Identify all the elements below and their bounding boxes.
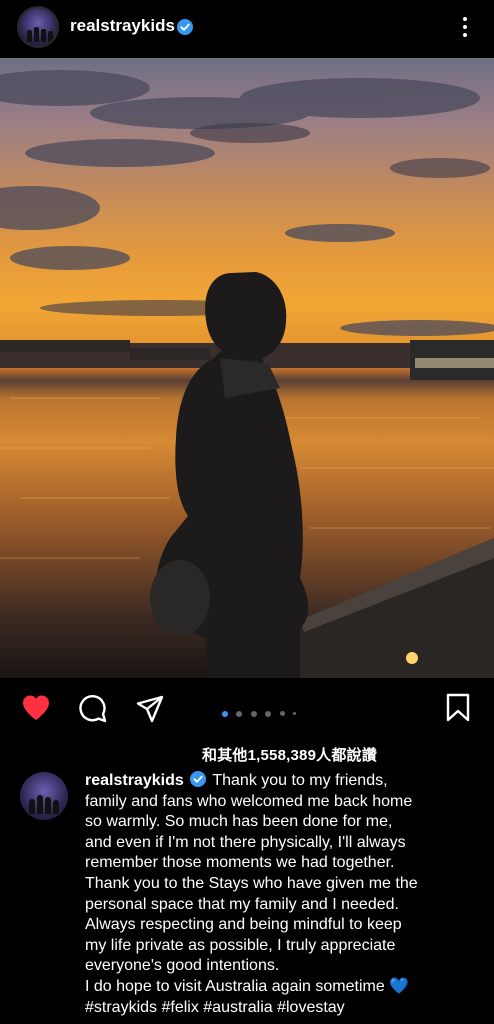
verified-badge-icon: [190, 771, 207, 787]
caption-first-line: realstraykids Thank you to my friends,: [85, 771, 480, 792]
heart-icon[interactable]: [21, 694, 51, 727]
share-icon[interactable]: [135, 694, 165, 729]
caption-avatar[interactable]: [20, 772, 68, 820]
likes-count[interactable]: 和其他1,558,389人都說讚: [202, 744, 377, 765]
caption-text: Thank you to my friends,: [212, 772, 388, 789]
carousel-dot: [236, 710, 243, 717]
caption-text: family and fans who welcomed me back hom…: [85, 792, 413, 810]
caption-text: personal space that my family and I need…: [85, 895, 399, 913]
caption-line: I do hope to visit Australia again somet…: [85, 977, 480, 998]
caption-text: Always respecting and being mindful to k…: [85, 916, 402, 934]
post-caption: realstraykids Thank you to my friends, f…: [85, 771, 480, 1018]
caption-text: so warmly. So much has been done for me,: [85, 813, 393, 831]
verified-badge-icon: [177, 19, 193, 35]
action-bar: [0, 680, 494, 738]
caption-text: and even if I'm not there physically, I'…: [85, 833, 406, 851]
caption-text: I do hope to visit Australia again somet…: [85, 977, 385, 995]
caption-text: my life private as possible, I truly app…: [85, 936, 396, 954]
profile-avatar[interactable]: [19, 8, 57, 46]
carousel-indicator: [222, 705, 300, 717]
blue-heart-emoji: 💙: [389, 977, 410, 995]
carousel-dot-active: [222, 710, 228, 717]
carousel-dot: [265, 710, 272, 717]
caption-text: everyone's good intentions.: [85, 957, 280, 975]
header-username[interactable]: realstraykids: [70, 16, 175, 36]
post-header: realstraykids: [0, 0, 494, 58]
bookmark-icon[interactable]: [445, 693, 471, 728]
caption-text: Thank you to the Stays who have given me…: [85, 874, 418, 892]
carousel-dot: [279, 711, 285, 717]
caption-text: remember those moments we had together.: [85, 854, 395, 872]
post-image[interactable]: [0, 58, 494, 678]
caption-username[interactable]: realstraykids: [85, 772, 184, 789]
more-vertical-icon[interactable]: [457, 15, 473, 39]
comment-icon[interactable]: [78, 694, 108, 729]
carousel-dot: [250, 710, 257, 717]
caption-hashtags[interactable]: #straykids #felix #australia #lovestay: [85, 998, 480, 1019]
carousel-dot: [293, 712, 297, 716]
